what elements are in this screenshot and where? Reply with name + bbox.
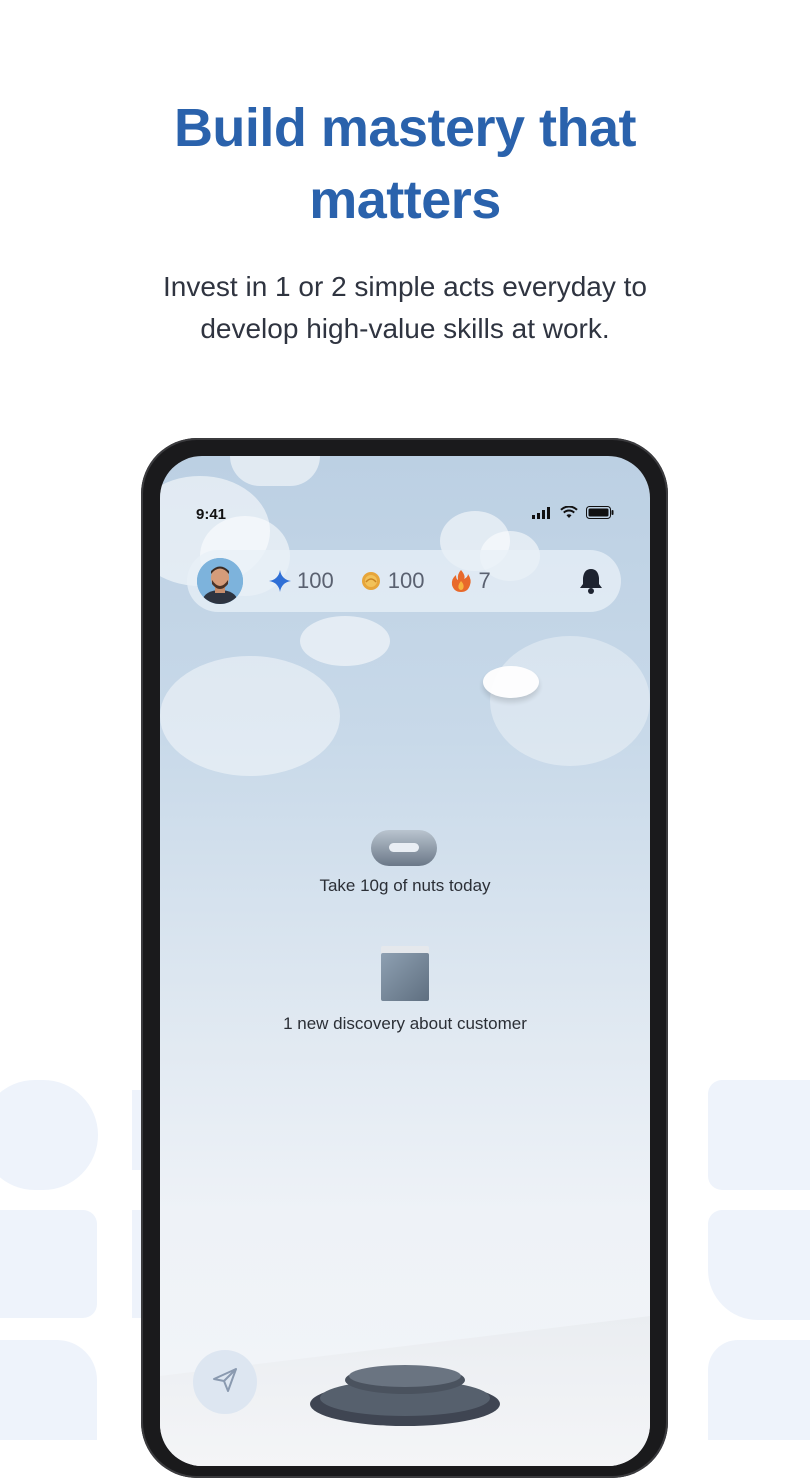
points-value: 100: [297, 568, 334, 593]
battery-icon: [586, 505, 614, 523]
habit-cube-object[interactable]: [379, 944, 431, 1009]
coins-value: 100: [387, 568, 425, 593]
phone-screen: 9:41 100 100 7 Take 10g of nuts today 1 …: [160, 456, 650, 1466]
points-stat: 100: [269, 568, 334, 594]
send-button[interactable]: [193, 1350, 257, 1414]
habit-ring-object[interactable]: [369, 826, 439, 875]
habit-label-2[interactable]: 1 new discovery about customer: [160, 1014, 650, 1034]
paper-plane-icon: [212, 1367, 238, 1398]
page-headline: Build mastery that matters: [0, 92, 810, 236]
ring-icon: [369, 830, 439, 874]
headline-line-1: Build mastery that: [173, 98, 637, 158]
streak-stat: 7: [450, 568, 491, 594]
headline-line-2: matters: [309, 170, 501, 230]
cube-icon: [379, 946, 431, 1008]
streak-value: 7: [478, 568, 491, 593]
subheadline-line-2: develop high-value skills at work.: [200, 313, 610, 344]
page-subheadline: Invest in 1 or 2 simple acts everyday to…: [0, 266, 810, 350]
signal-icon: [532, 506, 552, 523]
coins-stat: 100: [360, 568, 425, 594]
bell-icon[interactable]: [579, 567, 603, 595]
top-stats-bar: 100 100 7: [187, 550, 621, 612]
status-time: 9:41: [196, 505, 227, 523]
flame-icon: [450, 569, 472, 593]
avatar[interactable]: [197, 558, 243, 604]
pedestal-object[interactable]: [310, 1354, 500, 1439]
status-bar: 9:41: [196, 504, 614, 524]
wifi-icon: [560, 505, 578, 523]
sparkle-icon: [269, 570, 291, 592]
coin-icon: [360, 570, 382, 592]
subheadline-line-1: Invest in 1 or 2 simple acts everyday to: [163, 271, 647, 302]
habit-label-1[interactable]: Take 10g of nuts today: [160, 876, 650, 896]
